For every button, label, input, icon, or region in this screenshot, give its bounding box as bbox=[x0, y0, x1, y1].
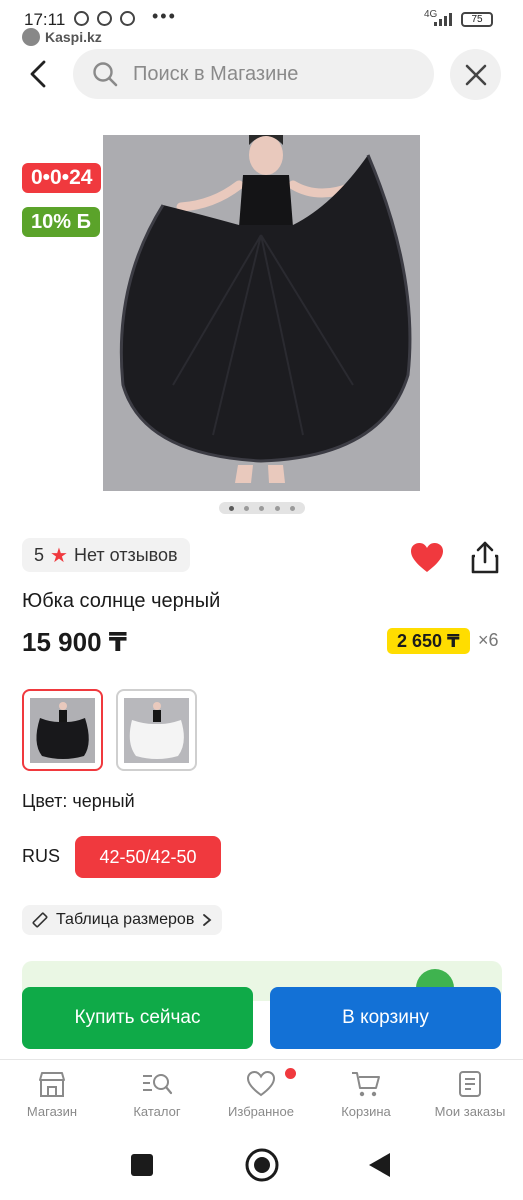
favorites-notification-dot bbox=[285, 1068, 296, 1079]
variant-black-thumbnail bbox=[30, 697, 95, 763]
app-notification-icon bbox=[120, 11, 135, 26]
gallery-dot bbox=[244, 505, 250, 511]
skirt-photo bbox=[103, 135, 420, 491]
reviews-text: Нет отзывов bbox=[73, 544, 178, 565]
system-navigation-bar bbox=[0, 1140, 523, 1200]
more-notifications-icon: ••• bbox=[152, 6, 177, 26]
status-time: 17:11 bbox=[24, 10, 66, 29]
nav-label-shop: Магазин bbox=[26, 1104, 78, 1119]
search-placeholder: Поиск в Магазине bbox=[133, 62, 299, 85]
notification-icons bbox=[74, 11, 135, 26]
nav-item-cart[interactable]: Корзина bbox=[316, 1070, 416, 1119]
nav-item-favorites[interactable]: Избранное bbox=[211, 1070, 311, 1119]
gallery-pagination bbox=[219, 502, 305, 514]
star-icon: ★ bbox=[50, 544, 68, 567]
heart-icon bbox=[246, 1070, 276, 1097]
variant-white-thumbnail bbox=[124, 697, 189, 763]
status-bar: 17:11 ••• 4G 75 bbox=[0, 0, 523, 29]
variant-white[interactable] bbox=[116, 689, 197, 771]
share-icon bbox=[471, 541, 499, 574]
installment-months: ×6 bbox=[478, 630, 499, 650]
search-icon bbox=[93, 62, 118, 87]
kaspi-app-name: Kaspi.kz bbox=[45, 29, 102, 45]
timer-badge: 0•0•24 bbox=[22, 163, 102, 193]
favorite-button[interactable] bbox=[410, 542, 444, 574]
nav-label-catalog: Каталог bbox=[133, 1104, 181, 1119]
nav-label-favorites: Избранное bbox=[228, 1104, 294, 1119]
gallery-dot bbox=[259, 505, 265, 511]
size-system-label: RUS bbox=[22, 846, 61, 866]
back-arrow-icon bbox=[30, 60, 46, 88]
nav-item-shop[interactable]: Магазин bbox=[2, 1070, 102, 1119]
gallery-dot bbox=[229, 505, 235, 511]
cart-icon bbox=[352, 1072, 380, 1097]
close-icon bbox=[465, 64, 486, 85]
whatsapp-icon bbox=[74, 11, 89, 26]
bonus-badge: 10% Б bbox=[22, 207, 100, 237]
rating-button[interactable]: 5 ★ Нет отзывов bbox=[22, 538, 190, 572]
color-label: Цвет: черный bbox=[22, 791, 135, 811]
close-button[interactable] bbox=[450, 49, 501, 100]
size-option-selected[interactable]: 42-50/42-50 bbox=[75, 836, 221, 878]
gallery-dot bbox=[289, 505, 295, 511]
back-button[interactable] bbox=[22, 56, 58, 92]
gallery-dot bbox=[274, 505, 280, 511]
product-price: 15 900 ₸ bbox=[22, 627, 127, 657]
add-to-cart-button[interactable]: В корзину bbox=[270, 987, 501, 1049]
ruler-icon bbox=[32, 912, 48, 928]
nav-label-orders: Мои заказы bbox=[434, 1104, 506, 1119]
bottom-navigation: Магазин Каталог Избранное Корзина Мои за… bbox=[0, 1059, 523, 1139]
chevron-right-icon bbox=[203, 914, 212, 926]
product-title: Юбка солнце черный bbox=[22, 590, 221, 612]
signal-icon bbox=[434, 13, 452, 26]
size-table-label: Таблица размеров bbox=[56, 911, 195, 928]
product-image[interactable] bbox=[103, 135, 420, 491]
kaspi-logo-icon bbox=[22, 28, 40, 46]
back-nav-button[interactable] bbox=[369, 1153, 390, 1177]
heart-icon bbox=[411, 543, 443, 572]
recent-apps-button[interactable] bbox=[131, 1154, 153, 1176]
catalog-icon bbox=[143, 1074, 173, 1095]
size-table-button[interactable]: Таблица размеров bbox=[22, 905, 223, 935]
rating-value: 5 bbox=[34, 544, 45, 565]
kaspi-app-label: Kaspi.kz bbox=[22, 28, 102, 46]
buy-now-button[interactable]: Купить сейчас bbox=[22, 987, 253, 1049]
installment-price[interactable]: 2 650 ₸ bbox=[387, 628, 470, 654]
nav-item-catalog[interactable]: Каталог bbox=[107, 1070, 207, 1119]
nav-item-orders[interactable]: Мои заказы bbox=[420, 1070, 520, 1119]
orders-icon bbox=[459, 1071, 481, 1097]
nav-label-cart: Корзина bbox=[341, 1104, 391, 1119]
search-input[interactable]: Поиск в Магазине bbox=[73, 49, 434, 99]
shop-icon bbox=[39, 1072, 65, 1097]
app-notification-icon bbox=[97, 11, 112, 26]
battery-icon: 75 bbox=[461, 12, 493, 27]
home-button[interactable] bbox=[245, 1148, 279, 1182]
variant-black[interactable] bbox=[22, 689, 103, 771]
share-button[interactable] bbox=[470, 540, 500, 574]
